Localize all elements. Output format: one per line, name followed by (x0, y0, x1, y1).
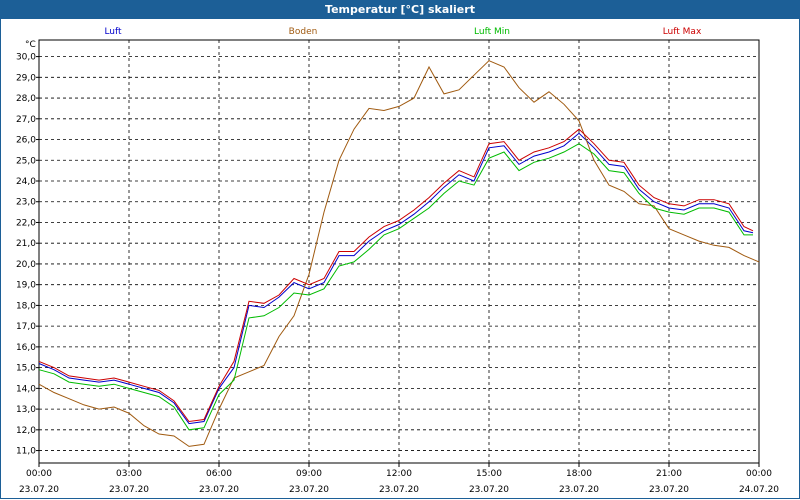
x-tick-time: 09:00 (296, 469, 322, 479)
y-axis-ticks: 11,0 12,0 13,0 14,0 15,0 16,0 17,0 18,0 19,0 20,0… (16, 53, 36, 457)
y-tick-label: 15,0 (16, 364, 36, 374)
grid (36, 39, 760, 467)
x-tick-date: 23.07.20 (109, 485, 149, 495)
y-tick-label: 30,0 (16, 53, 36, 63)
x-tick-date: 23.07.20 (199, 485, 239, 495)
x-tick-date: 23.07.20 (469, 485, 509, 495)
series-line-luft-max (38, 128, 754, 423)
y-tick-label: 18,0 (16, 301, 36, 311)
x-tick-time: 18:00 (566, 469, 592, 479)
y-tick-label: 23,0 (16, 198, 36, 208)
x-tick-date: 23.07.20 (19, 485, 59, 495)
y-tick-label: 16,0 (16, 343, 36, 353)
legend: Luft Boden Luft Min Luft Max (104, 27, 702, 37)
y-tick-label: 27,0 (16, 115, 36, 125)
x-tick-time: 12:00 (386, 469, 412, 479)
x-tick-time: 21:00 (656, 469, 682, 479)
y-tick-label: 26,0 (16, 136, 36, 146)
y-axis-unit-label: °C (25, 40, 36, 50)
y-tick-label: 25,0 (16, 156, 36, 166)
temperature-chart: 11,0 12,0 13,0 14,0 15,0 16,0 17,0 18,0 19,0 20,0… (16, 27, 779, 495)
x-tick-time: 00:00 (746, 469, 772, 479)
y-tick-label: 29,0 (16, 73, 36, 83)
y-tick-label: 19,0 (16, 281, 36, 291)
y-tick-label: 24,0 (16, 177, 36, 187)
series-line-luft (38, 132, 754, 425)
x-tick-date: 23.07.20 (559, 485, 599, 495)
legend-entry: Luft Max (663, 27, 702, 37)
x-tick-date: 24.07.20 (739, 485, 779, 495)
y-tick-label: 22,0 (16, 218, 36, 228)
x-tick-time: 03:00 (116, 469, 142, 479)
y-tick-label: 13,0 (16, 405, 36, 415)
x-tick-date: 23.07.20 (649, 485, 689, 495)
legend-entry: Luft Min (474, 27, 510, 37)
x-tick-date: 23.07.20 (379, 485, 419, 495)
legend-entry: Luft (104, 27, 122, 37)
y-tick-label: 21,0 (16, 239, 36, 249)
legend-entry: Boden (289, 27, 318, 37)
y-tick-label: 12,0 (16, 426, 36, 436)
y-tick-label: 17,0 (16, 322, 36, 332)
x-axis-ticks: 00:00 23.07.20 03:00 23.07.20 06:00 23.07.20 0… (19, 469, 779, 495)
x-tick-time: 15:00 (476, 469, 502, 479)
x-tick-time: 06:00 (206, 469, 232, 479)
y-tick-label: 14,0 (16, 384, 36, 394)
x-tick-date: 23.07.20 (289, 485, 329, 495)
x-tick-time: 00:00 (26, 469, 52, 479)
y-tick-label: 20,0 (16, 260, 36, 270)
y-tick-label: 28,0 (16, 94, 36, 104)
y-tick-label: 11,0 (16, 447, 36, 457)
